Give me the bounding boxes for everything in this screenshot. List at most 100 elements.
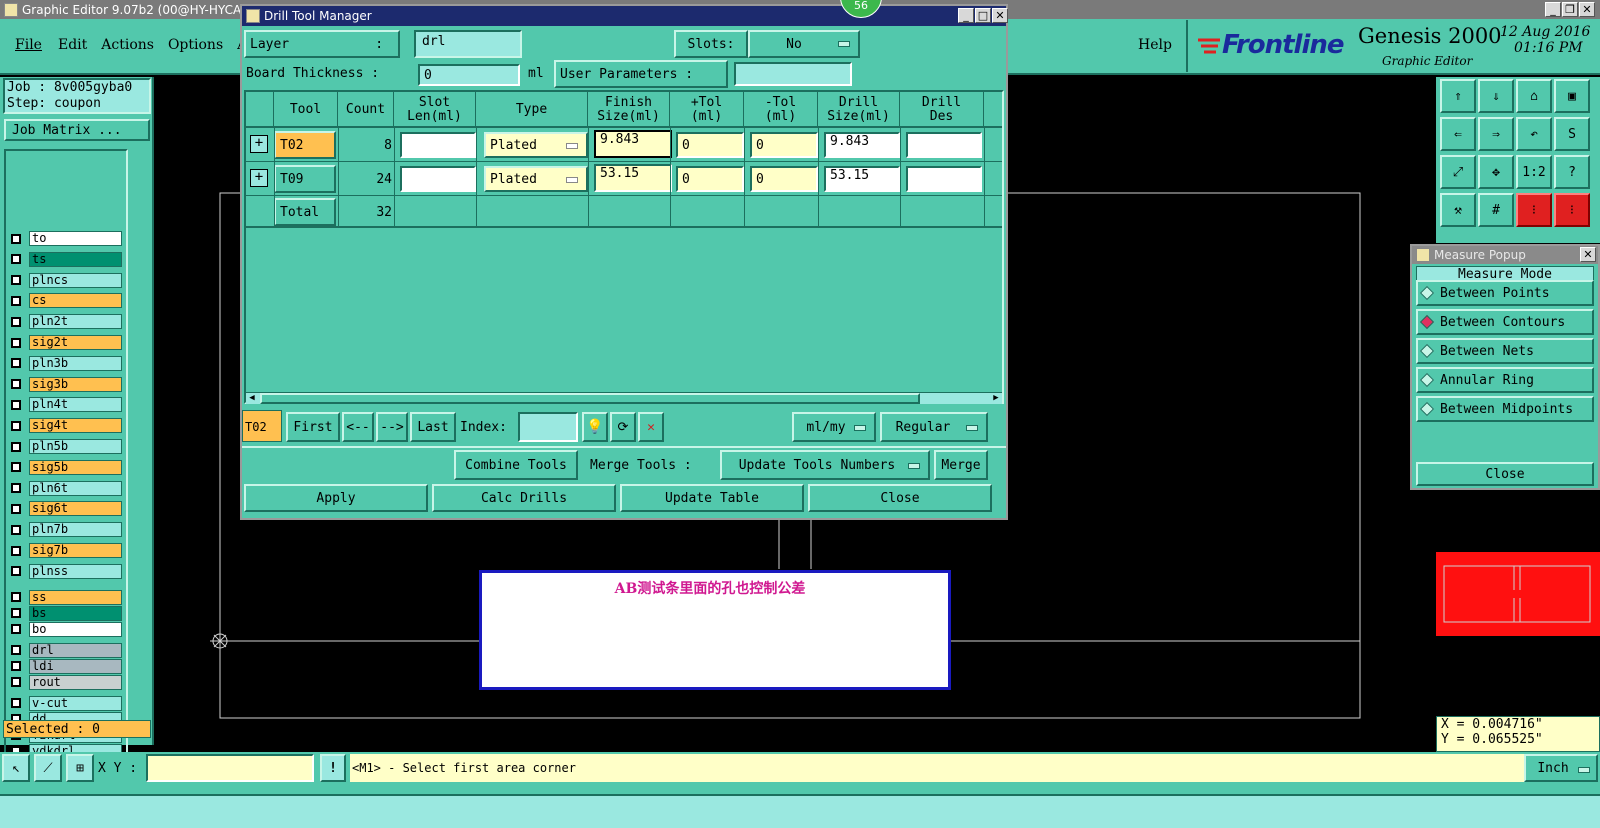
slot-len-input[interactable] [400,132,476,158]
net-icon[interactable]: ⁝ [1516,193,1552,227]
layer-row-pln2t[interactable]: pln2t [8,314,122,330]
delete-icon[interactable]: ✕ [638,412,664,442]
units-select[interactable]: Inch [1524,754,1598,782]
layer-row-pln5b[interactable]: pln5b [8,439,122,454]
layer-checkbox[interactable] [11,358,21,369]
measure-option[interactable]: Between Midpoints [1416,396,1594,422]
layer-checkbox[interactable] [11,624,21,635]
measure-option[interactable]: Between Contours [1416,309,1594,335]
layer-checkbox[interactable] [11,566,21,577]
scroll-right-icon[interactable]: ▶ [990,393,1002,404]
type-dropdown[interactable]: Plated [484,166,588,192]
measure-close-icon[interactable]: ✕ [1580,247,1596,262]
close-icon[interactable]: ✕ [1579,2,1595,17]
plus-tol-input[interactable]: 0 [676,132,744,158]
finish-size-input[interactable]: 9.843 [594,130,672,158]
home-icon[interactable]: ⌂ [1516,79,1552,113]
layer-checkbox[interactable] [11,608,21,619]
user-parameters-input[interactable] [734,62,852,86]
zoom-center-icon[interactable]: ✥ [1478,155,1514,189]
apply-button[interactable]: Apply [244,484,428,512]
menu-edit[interactable]: Edit [58,37,87,53]
index-input[interactable] [518,412,578,442]
drill-size-input[interactable]: 9.843 [824,132,900,158]
layer-checkbox[interactable] [11,275,21,286]
layer-checkbox[interactable] [11,233,21,244]
undo-view-icon[interactable]: ↶ [1516,117,1552,151]
measure-mode-icon[interactable]: ⟋ [34,754,62,782]
layer-row-ss[interactable]: ss [8,589,122,605]
layer-checkbox[interactable] [11,295,21,306]
layer-row-sig4t[interactable]: sig4t [8,418,122,434]
menu-actions[interactable]: Actions [101,37,154,53]
user-parameters-button[interactable]: User Parameters : [554,60,728,88]
drill-des-input[interactable] [906,166,982,192]
layer-checkbox[interactable] [11,677,21,688]
layer-row-sig3b[interactable]: sig3b [8,376,122,392]
last-button[interactable]: Last [410,412,456,442]
layer-checkbox[interactable] [11,441,21,452]
drill-size-input[interactable]: 53.15 [824,166,900,192]
measure-option[interactable]: Between Points [1416,280,1594,306]
net-highlight-icon[interactable]: ⁝ [1554,193,1590,227]
drill-des-input[interactable] [906,132,982,158]
help-icon[interactable]: ? [1554,155,1590,189]
layer-checkbox[interactable] [11,661,21,672]
restore-icon[interactable]: ❐ [1562,2,1578,17]
layer-checkbox[interactable] [11,592,21,603]
minus-tol-input[interactable]: 0 [750,166,818,192]
layer-checkbox[interactable] [11,379,21,390]
window-icon[interactable]: ▣ [1554,79,1590,113]
layer-row-pln4t[interactable]: pln4t [8,397,122,413]
layer-row-pln3b[interactable]: pln3b [8,355,122,371]
pan-right-icon[interactable]: ⇒ [1478,117,1514,151]
units-dropdown[interactable]: ml/my [792,412,876,442]
layer-checkbox[interactable] [11,524,21,535]
layer-row-plncs[interactable]: plncs [8,272,122,288]
finish-size-input[interactable]: 53.15 [594,164,672,192]
layer-row-sig2t[interactable]: sig2t [8,335,122,350]
layer-row-sig7b[interactable]: sig7b [8,543,122,558]
minus-tol-input[interactable]: 0 [750,132,818,158]
mode-dropdown[interactable]: Regular [880,412,988,442]
layer-checkbox[interactable] [11,698,21,709]
merge-button[interactable]: Merge [934,450,988,480]
layer-row-bs[interactable]: bs [8,605,122,621]
first-button[interactable]: First [286,412,340,442]
tool-t09-button[interactable]: T09 [274,165,336,193]
layer-row-v-cut[interactable]: v-cut [8,695,122,711]
layer-row-rout[interactable]: rout [8,674,122,690]
horizontal-scrollbar[interactable]: ◀ ▶ [246,392,1002,404]
layer-row-drl[interactable]: drl [8,642,122,658]
lightbulb-icon[interactable]: 💡 [582,412,608,442]
minimap[interactable] [1436,552,1600,636]
plus-tol-input[interactable]: 0 [676,166,744,192]
menu-file[interactable]: File [15,37,42,53]
layer-checkbox[interactable] [11,462,21,473]
layer-row-pln6t[interactable]: pln6t [8,480,122,496]
snap-grid-icon[interactable]: ⊞ [66,754,94,782]
layer-row-to[interactable]: to [8,231,122,246]
expand-icon[interactable]: + [250,169,268,187]
alert-icon[interactable]: ! [320,754,346,782]
prev-button[interactable]: <-- [342,412,374,442]
layer-checkbox[interactable] [11,545,21,556]
measure-titlebar[interactable]: Measure Popup [1412,246,1598,264]
calc-drills-button[interactable]: Calc Drills [432,484,616,512]
xy-input[interactable] [146,754,314,782]
expand-icon[interactable]: + [250,135,268,153]
layer-checkbox[interactable] [11,503,21,514]
combine-tools-button[interactable]: Combine Tools [454,450,578,480]
menu-help[interactable]: Help [1138,37,1172,53]
menu-options[interactable]: Options [168,37,223,53]
dtm-maximize-icon[interactable]: □ [975,8,991,23]
update-numbers-dropdown[interactable]: Update Tools Numbers [720,450,930,480]
tool-t02-button[interactable]: T02 [274,131,336,159]
refresh-icon[interactable]: ⟳ [610,412,636,442]
next-button[interactable]: --> [376,412,408,442]
type-dropdown[interactable]: Plated [484,132,588,158]
layer-checkbox[interactable] [11,399,21,410]
slot-len-input[interactable] [400,166,476,192]
layer-row-pln7b[interactable]: pln7b [8,522,122,538]
redraw-icon[interactable]: S [1554,117,1590,151]
